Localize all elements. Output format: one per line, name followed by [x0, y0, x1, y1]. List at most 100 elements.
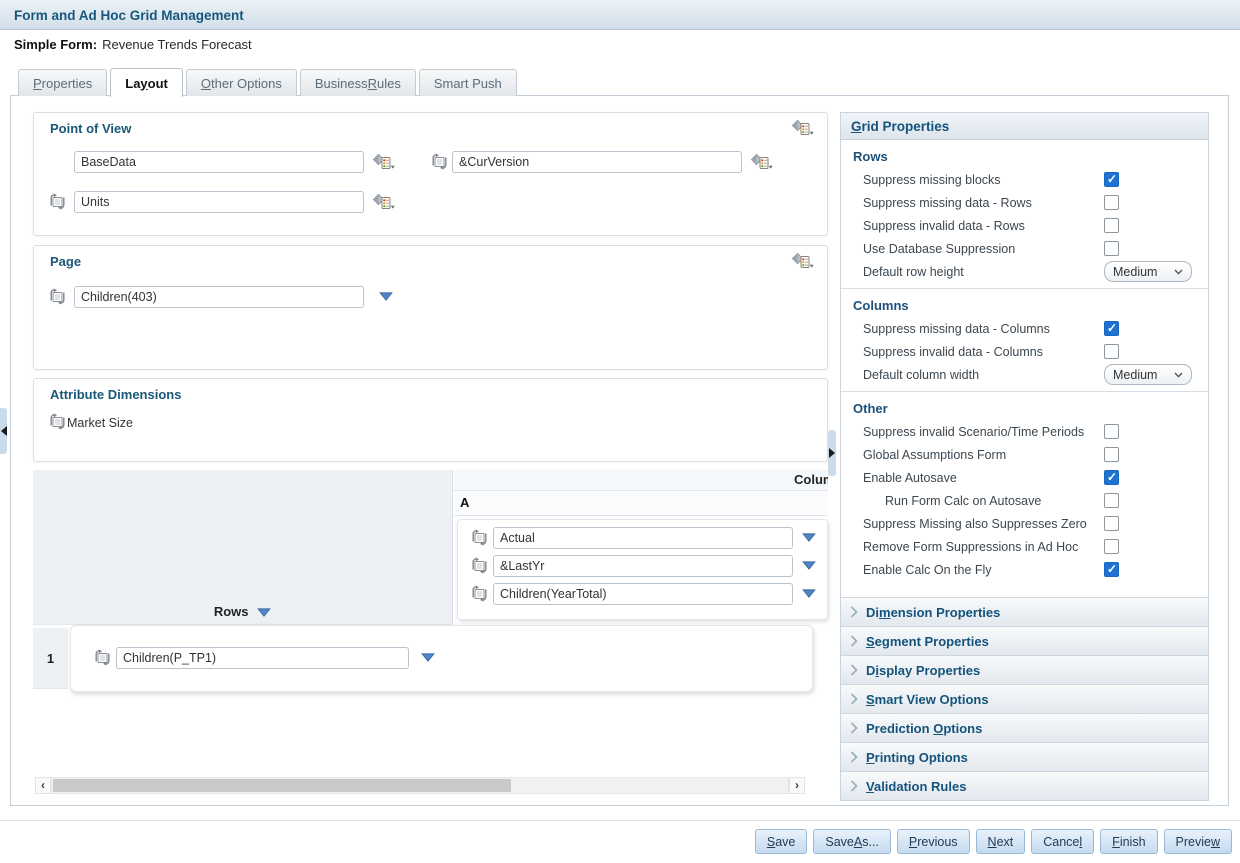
columns-section-heading: Columns: [853, 298, 1208, 313]
column-member-input-1[interactable]: [493, 527, 793, 549]
suppress-invalid-scenario-checkbox[interactable]: [1104, 424, 1119, 439]
section-dimension-properties[interactable]: Dimension Properties: [841, 597, 1208, 626]
section-display-properties[interactable]: Display Properties: [841, 655, 1208, 684]
tab-smart-push[interactable]: Smart Push: [419, 69, 517, 96]
member-menu-triangle-icon[interactable]: [421, 653, 435, 662]
property-row: Suppress invalid data - Rows: [841, 214, 1208, 237]
tab-layout[interactable]: Layout: [110, 68, 183, 97]
use-database-suppression-checkbox[interactable]: [1104, 241, 1119, 256]
property-row: Default column width Medium: [841, 363, 1208, 386]
grid-properties-header[interactable]: Grid Properties: [841, 113, 1208, 140]
next-button[interactable]: Next: [976, 829, 1026, 854]
property-row: Enable Calc On the Fly: [841, 558, 1208, 581]
rows-menu-triangle-icon[interactable]: [257, 608, 271, 617]
tab-business-rules[interactable]: Business Rules: [300, 69, 416, 96]
property-row: Suppress missing blocks: [841, 168, 1208, 191]
point-of-view-box: Point of View: [33, 112, 828, 236]
run-form-calc-autosave-checkbox[interactable]: [1104, 493, 1119, 508]
suppress-invalid-data-rows-checkbox[interactable]: [1104, 218, 1119, 233]
member-select-icon[interactable]: [94, 649, 111, 666]
pov-member-input-curversion[interactable]: [452, 151, 742, 173]
finish-button[interactable]: Finish: [1100, 829, 1157, 854]
pov-member-input-units[interactable]: [74, 191, 364, 213]
save-as-button[interactable]: Save As...: [813, 829, 891, 854]
column-member-input-3[interactable]: [493, 583, 793, 605]
member-select-icon[interactable]: [471, 557, 488, 574]
section-label: Validation Rules: [866, 779, 966, 794]
row-number-cell: 1: [33, 628, 68, 689]
pov-actions-icon[interactable]: [791, 119, 814, 136]
row-member-input-1[interactable]: [116, 647, 409, 669]
pov-member-actions-icon[interactable]: [372, 193, 395, 210]
section-printing-options[interactable]: Printing Options: [841, 742, 1208, 771]
member-select-icon[interactable]: [471, 529, 488, 546]
rows-header: Rows: [33, 604, 452, 619]
tab-other-options[interactable]: Other Options: [186, 69, 297, 96]
column-member-input-2[interactable]: [493, 555, 793, 577]
member-menu-triangle-icon[interactable]: [802, 589, 816, 598]
properties-panel-collapse-handle[interactable]: [828, 430, 836, 476]
member-select-icon[interactable]: [49, 413, 66, 430]
scroll-left-button[interactable]: ‹: [35, 777, 51, 794]
pov-member-actions-icon[interactable]: [372, 153, 395, 170]
left-panel-collapse-handle[interactable]: [0, 408, 7, 454]
page-actions-icon[interactable]: [791, 252, 814, 269]
preview-button[interactable]: Preview: [1164, 829, 1232, 854]
property-label: Suppress invalid data - Columns: [863, 345, 1104, 359]
member-select-icon[interactable]: [471, 585, 488, 602]
property-label: Suppress missing blocks: [863, 173, 1104, 187]
default-row-height-select[interactable]: Medium: [1104, 261, 1192, 282]
section-smart-view-options[interactable]: Smart View Options: [841, 684, 1208, 713]
member-select-icon[interactable]: [431, 153, 448, 170]
default-column-width-select[interactable]: Medium: [1104, 364, 1192, 385]
tab-properties[interactable]: Properties: [18, 69, 107, 96]
chevron-right-icon: [850, 751, 858, 763]
member-select-icon[interactable]: [49, 288, 66, 305]
cancel-button[interactable]: Cancel: [1031, 829, 1094, 854]
attribute-dimensions-title: Attribute Dimensions: [50, 387, 181, 402]
column-members-card: [457, 519, 828, 620]
member-menu-triangle-icon[interactable]: [802, 533, 816, 542]
suppress-missing-zero-checkbox[interactable]: [1104, 516, 1119, 531]
select-value: Medium: [1113, 368, 1157, 382]
point-of-view-title: Point of View: [50, 121, 131, 136]
scrollbar-track[interactable]: [51, 777, 789, 794]
suppress-missing-data-columns-checkbox[interactable]: [1104, 321, 1119, 336]
row-number: 1: [47, 651, 54, 666]
scroll-right-button[interactable]: ›: [789, 777, 805, 794]
property-row: Run Form Calc on Autosave: [841, 489, 1208, 512]
page-member-input[interactable]: [74, 286, 364, 308]
section-prediction-options[interactable]: Prediction Options: [841, 713, 1208, 742]
section-label: Printing Options: [866, 750, 968, 765]
page-title-label: Page: [50, 254, 81, 269]
member-menu-triangle-icon[interactable]: [379, 292, 393, 301]
suppress-missing-data-rows-checkbox[interactable]: [1104, 195, 1119, 210]
property-row: Suppress invalid data - Columns: [841, 340, 1208, 363]
property-label: Enable Calc On the Fly: [863, 563, 1104, 577]
property-row: Suppress missing data - Rows: [841, 191, 1208, 214]
section-validation-rules[interactable]: Validation Rules: [841, 771, 1208, 800]
suppress-missing-blocks-checkbox[interactable]: [1104, 172, 1119, 187]
member-select-icon[interactable]: [49, 193, 66, 210]
global-assumptions-form-checkbox[interactable]: [1104, 447, 1119, 462]
section-label: Dimension Properties: [866, 605, 1000, 620]
property-label: Suppress invalid Scenario/Time Periods: [863, 425, 1104, 439]
section-segment-properties[interactable]: Segment Properties: [841, 626, 1208, 655]
pov-member-input-basedata[interactable]: [74, 151, 364, 173]
section-label: Segment Properties: [866, 634, 989, 649]
property-row: Suppress invalid Scenario/Time Periods: [841, 420, 1208, 443]
pov-member-actions-icon[interactable]: [750, 153, 773, 170]
scrollbar-thumb[interactable]: [53, 779, 511, 792]
suppress-invalid-data-columns-checkbox[interactable]: [1104, 344, 1119, 359]
columns-header: Columns: [454, 470, 828, 491]
property-label: Default row height: [863, 265, 1104, 279]
member-menu-triangle-icon[interactable]: [802, 561, 816, 570]
enable-calc-on-the-fly-checkbox[interactable]: [1104, 562, 1119, 577]
enable-autosave-checkbox[interactable]: [1104, 470, 1119, 485]
form-subheader: Simple Form: Revenue Trends Forecast: [0, 33, 252, 55]
save-button[interactable]: Save: [755, 829, 808, 854]
remove-form-suppressions-checkbox[interactable]: [1104, 539, 1119, 554]
property-label: Remove Form Suppressions in Ad Hoc: [863, 540, 1104, 554]
previous-button[interactable]: Previous: [897, 829, 970, 854]
property-row: Suppress missing data - Columns: [841, 317, 1208, 340]
